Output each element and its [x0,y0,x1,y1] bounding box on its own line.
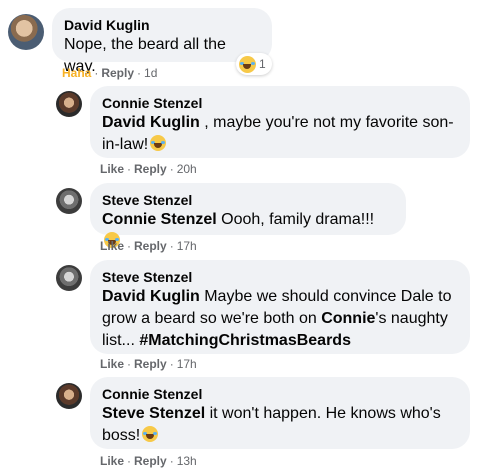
laughing-emoji-icon [150,135,167,151]
timestamp[interactable]: 17h [177,239,197,253]
like-action[interactable]: Like [100,239,124,253]
mention-link[interactable]: David Kuglin [102,288,200,305]
comment-author[interactable]: David Kuglin [64,16,260,34]
comment-author[interactable]: Connie Stenzel [102,94,458,112]
comment-bubble: Steve Stenzel David Kuglin Maybe we shou… [90,260,470,354]
comment-author[interactable]: Steve Stenzel [102,268,458,286]
comment-actions: Like · Reply · 20h [100,162,197,176]
reaction-count-pill[interactable]: 1 [236,53,272,75]
like-action[interactable]: Like [100,357,124,371]
comment-bubble: David Kuglin Nope, the beard all the way… [52,8,272,75]
haha-emoji-icon [239,55,256,73]
comment-bubble: Connie Stenzel Steve Stenzel it won't ha… [90,377,470,449]
comment-text: David Kuglin , maybe you're not my favor… [102,114,454,153]
mention-link[interactable]: Steve Stenzel [102,405,205,422]
like-action[interactable]: Like [100,162,124,176]
comment-text: David Kuglin Maybe we should convince Da… [102,288,452,349]
comment-author[interactable]: Connie Stenzel [102,385,458,403]
comment-actions: Like · Reply · 13h [100,454,197,468]
comment-actions: Like · Reply · 17h [100,357,197,371]
reaction-count: 1 [259,57,266,71]
timestamp[interactable]: 20h [177,162,197,176]
timestamp[interactable]: 17h [177,357,197,371]
comment-bubble: Connie Stenzel David Kuglin , maybe you'… [90,86,470,158]
timestamp[interactable]: 1d [144,66,157,80]
avatar-connie-stenzel[interactable] [56,383,82,409]
reply-action[interactable]: Reply [134,239,167,253]
avatar-steve-stenzel[interactable] [56,188,82,214]
reply-action[interactable]: Reply [134,454,167,468]
comment-author[interactable]: Steve Stenzel [102,191,394,209]
avatar-david-kuglin[interactable] [8,14,44,50]
reply-action[interactable]: Reply [134,357,167,371]
reply-action[interactable]: Reply [134,162,167,176]
mention-link[interactable]: Connie [321,310,375,327]
comment-text: Steve Stenzel it won't happen. He knows … [102,405,441,444]
comment-actions: Like · Reply · 17h [100,239,197,253]
avatar-connie-stenzel[interactable] [56,91,82,117]
mention-link[interactable]: Connie Stenzel [102,211,217,228]
haha-action[interactable]: Haha [62,66,91,80]
comment-actions: Haha · Reply · 1d [62,66,158,80]
hashtag-link[interactable]: #MatchingChristmasBeards [139,332,351,349]
reply-action[interactable]: Reply [101,66,134,80]
laughing-emoji-icon [142,426,159,442]
timestamp[interactable]: 13h [177,454,197,468]
comment-bubble: Steve Stenzel Connie Stenzel Oooh, famil… [90,183,406,248]
like-action[interactable]: Like [100,454,124,468]
mention-link[interactable]: David Kuglin [102,114,200,131]
avatar-steve-stenzel[interactable] [56,265,82,291]
